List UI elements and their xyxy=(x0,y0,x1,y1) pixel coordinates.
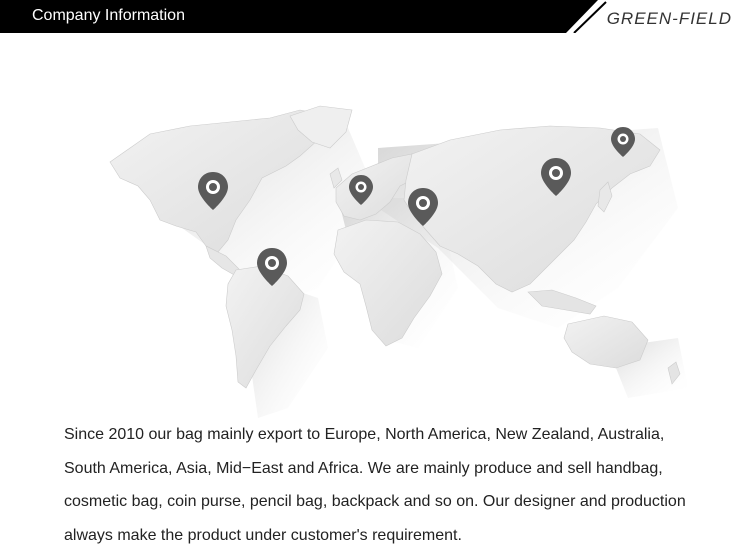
world-map-graphic xyxy=(109,105,688,418)
description-line: always make the product under customer's… xyxy=(64,526,462,544)
brand-logo: GREEN-FIELD xyxy=(606,9,732,28)
world-map xyxy=(0,70,750,430)
description-line: Since 2010 our bag mainly export to Euro… xyxy=(64,426,665,443)
description-line: South America, Asia, Mid−East and Africa… xyxy=(64,459,663,477)
continent-australia xyxy=(563,315,649,369)
header-bar: Company Information GREEN-FIELD xyxy=(0,0,750,33)
section-title: Company Information xyxy=(32,7,185,24)
description-line: cosmetic bag, coin purse, pencil bag, ba… xyxy=(64,493,686,510)
company-description: Since 2010 our bag mainly export to Euro… xyxy=(64,418,724,552)
